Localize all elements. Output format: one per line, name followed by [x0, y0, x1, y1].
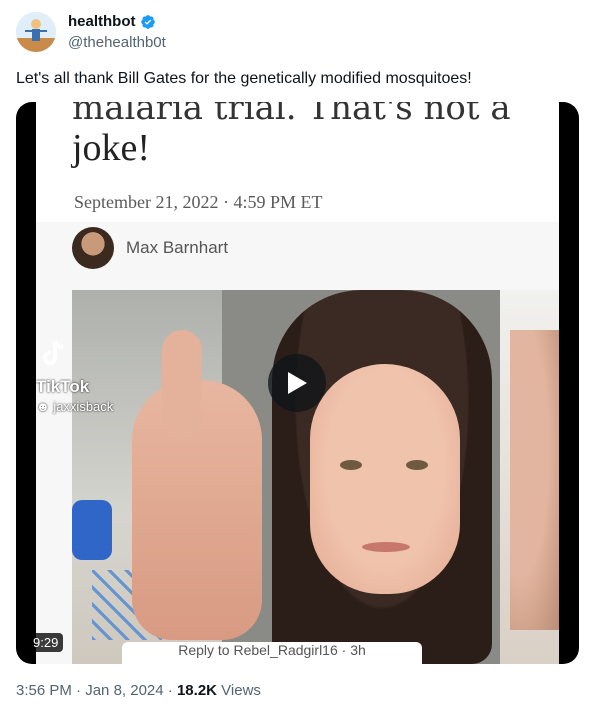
tweet-date[interactable]: Jan 8, 2024	[85, 682, 163, 699]
blue-glove	[72, 500, 112, 560]
views-count[interactable]: 18.2K	[177, 682, 217, 699]
man-face	[510, 330, 559, 630]
left-eye	[340, 460, 362, 470]
woman-face	[310, 364, 460, 594]
meta-separator-2: ·	[167, 682, 173, 699]
profile-avatar[interactable]	[16, 12, 56, 52]
verified-badge-icon[interactable]	[140, 14, 156, 30]
views-label: Views	[221, 682, 261, 699]
play-icon	[288, 372, 307, 394]
tiktok-username-text: jaxxisback	[53, 399, 114, 414]
play-button[interactable]	[268, 354, 326, 412]
article-headline-end: joke!	[72, 127, 151, 169]
tiktok-icon	[40, 339, 113, 375]
article-author-name: Max Barnhart	[126, 238, 229, 257]
author-handle[interactable]: @thehealthb0t	[68, 34, 166, 51]
article-screenshot-header: malaria trial. That's not a joke! Septem…	[36, 102, 559, 222]
video-scene	[72, 290, 559, 664]
video-duration: 9:29	[28, 633, 64, 652]
tweet-text: Let's all thank Bill Gates for the genet…	[16, 70, 472, 87]
tiktok-label: TikTok	[36, 377, 90, 396]
pointing-finger	[162, 330, 202, 440]
article-date: September 21, 2022 · 4:59 PM ET	[74, 192, 323, 212]
tweet-time[interactable]: 3:56 PM	[16, 682, 72, 699]
user-icon: ☻	[36, 399, 50, 414]
tiktok-username: ☻ jaxxisback	[36, 399, 113, 414]
meta-separator: ·	[76, 682, 82, 699]
article-headline-partial: malaria trial. That's not a	[72, 102, 511, 128]
author-name-row: healthbot	[68, 13, 156, 30]
mouth	[362, 542, 410, 552]
author-display-name[interactable]: healthbot	[68, 13, 136, 30]
tiktok-watermark: TikTok ☻ jaxxisback	[36, 339, 113, 414]
tweet-meta: 3:56 PM · Jan 8, 2024 · 18.2K Views	[16, 682, 261, 699]
right-eye	[406, 460, 428, 470]
tweet-video[interactable]: malaria trial. That's not a joke! Septem…	[16, 102, 579, 664]
article-author-avatar	[72, 227, 114, 269]
reply-strip: Reply to Rebel_Radgirl16 · 3h	[122, 642, 422, 664]
